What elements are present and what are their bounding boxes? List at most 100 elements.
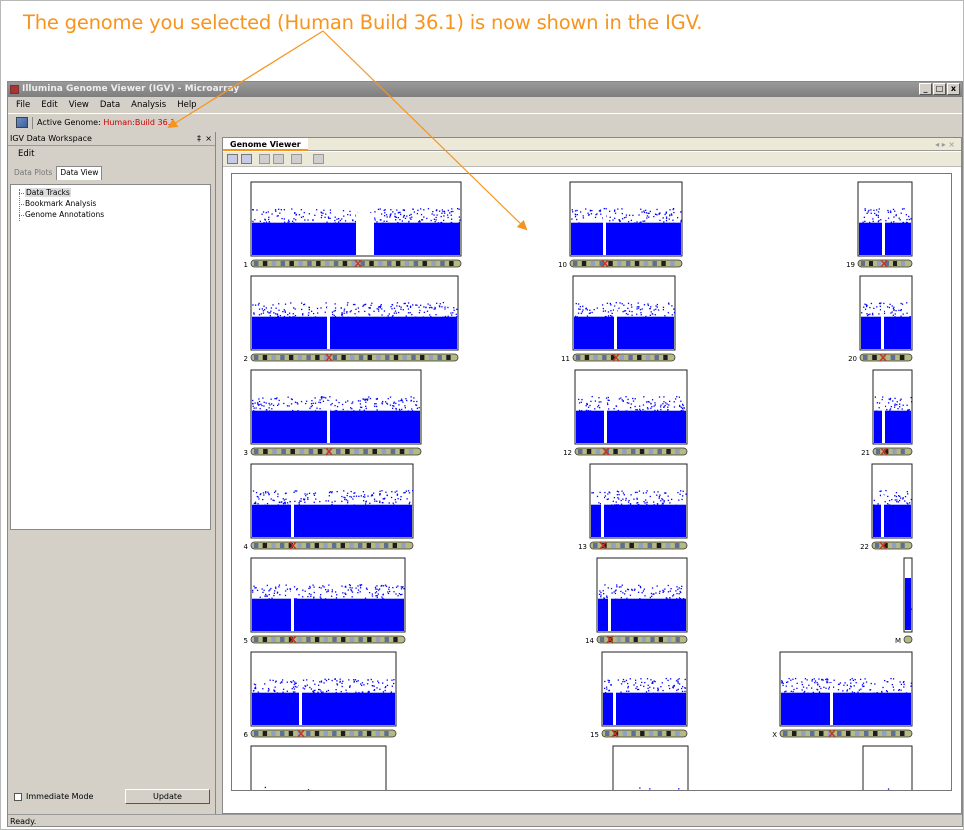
workspace-edit-menu[interactable]: Edit bbox=[8, 146, 215, 162]
data-point bbox=[634, 398, 636, 400]
data-point bbox=[639, 586, 642, 589]
chromosome-panel-10[interactable]: 10 bbox=[558, 181, 683, 269]
menu-edit[interactable]: Edit bbox=[41, 97, 57, 113]
data-point bbox=[310, 688, 313, 690]
data-point bbox=[658, 496, 661, 498]
data-point bbox=[327, 500, 330, 502]
chromosome-panel-y[interactable] bbox=[862, 745, 913, 791]
chromosome-panel-16[interactable] bbox=[612, 745, 689, 791]
zoom-icon[interactable] bbox=[291, 154, 302, 164]
data-point bbox=[902, 497, 904, 499]
update-button[interactable]: Update bbox=[125, 789, 210, 804]
data-point bbox=[258, 314, 261, 316]
data-point bbox=[618, 498, 620, 500]
grid-view-icon[interactable] bbox=[227, 154, 238, 164]
menu-file[interactable]: File bbox=[16, 97, 30, 113]
data-points bbox=[252, 504, 412, 537]
chromosome-panel-13[interactable]: 13 bbox=[578, 463, 688, 551]
data-point bbox=[626, 597, 628, 599]
single-view-icon[interactable] bbox=[241, 154, 252, 164]
data-point bbox=[333, 314, 335, 317]
data-point bbox=[282, 498, 284, 500]
data-point bbox=[582, 217, 585, 219]
data-point bbox=[406, 498, 408, 500]
chromosome-panel-20[interactable]: 20 bbox=[848, 275, 913, 363]
ideogram-band bbox=[622, 449, 627, 454]
maximize-button[interactable]: □ bbox=[933, 83, 946, 95]
data-point bbox=[849, 688, 851, 690]
active-genome-value[interactable]: Human:Build 36.1 bbox=[103, 118, 175, 127]
ideogram-band bbox=[674, 543, 680, 548]
chromosome-panel-x[interactable]: X bbox=[772, 651, 913, 739]
menu-view[interactable]: View bbox=[69, 97, 89, 113]
data-point bbox=[636, 306, 638, 308]
data-point bbox=[623, 310, 626, 312]
data-point bbox=[678, 788, 680, 790]
ideogram-band bbox=[280, 731, 285, 736]
data-point bbox=[325, 690, 328, 693]
chromosome-panel-14[interactable]: 14 bbox=[585, 557, 688, 645]
ideogram-band bbox=[350, 355, 355, 360]
data-point bbox=[347, 400, 349, 402]
data-point bbox=[611, 504, 613, 506]
data-point bbox=[628, 214, 631, 216]
tree-item-bookmark-analysis[interactable]: Bookmark Analysis bbox=[25, 199, 96, 208]
chromosome-panel-11[interactable]: 11 bbox=[561, 275, 676, 363]
tree-item-data-tracks[interactable]: Data Tracks bbox=[25, 188, 71, 197]
data-point bbox=[633, 498, 635, 500]
tab-genome-viewer[interactable]: Genome Viewer bbox=[223, 138, 308, 151]
minimize-button[interactable]: _ bbox=[919, 83, 932, 95]
data-point bbox=[360, 584, 363, 586]
menu-analysis[interactable]: Analysis bbox=[131, 97, 166, 113]
forward-arrow-icon[interactable] bbox=[273, 154, 284, 164]
pin-icon[interactable]: ‡ bbox=[197, 132, 201, 146]
close-panel-icon[interactable]: × bbox=[205, 132, 212, 146]
data-point bbox=[899, 499, 901, 502]
data-point bbox=[653, 491, 655, 493]
chromosome-panel-19[interactable]: 19 bbox=[846, 181, 913, 269]
data-point bbox=[373, 685, 375, 687]
data-point bbox=[262, 312, 265, 314]
ideogram-band bbox=[622, 731, 627, 736]
data-point bbox=[682, 490, 684, 492]
chromosome-panel-3[interactable]: 3 bbox=[244, 369, 422, 457]
close-window-button[interactable]: x bbox=[947, 83, 960, 95]
data-point bbox=[629, 503, 632, 505]
tab-data-plots[interactable]: Data Plots bbox=[10, 166, 56, 180]
data-point bbox=[604, 584, 606, 586]
back-arrow-icon[interactable] bbox=[259, 154, 270, 164]
genome-icon[interactable] bbox=[16, 117, 28, 128]
data-point bbox=[639, 409, 641, 412]
chromosome-panel-2[interactable]: 2 bbox=[244, 275, 459, 363]
chromosome-grid[interactable]: 1 2 3 4 5 6 10 11 12 13 14 15 19 20 21 22 M X bbox=[231, 173, 952, 791]
chromosome-panel-1[interactable]: 1 bbox=[244, 181, 462, 269]
data-point bbox=[792, 690, 794, 693]
tree-item-genome-annotations[interactable]: Genome Annotations bbox=[25, 210, 104, 219]
ideogram-band bbox=[306, 355, 311, 360]
viewer-nav-arrows[interactable]: ◂ ▸ × bbox=[935, 138, 955, 151]
immediate-mode-checkbox[interactable] bbox=[14, 793, 22, 801]
chromosome-panel-4[interactable]: 4 bbox=[244, 463, 414, 551]
chromosome-panel-7[interactable] bbox=[250, 745, 387, 791]
data-point bbox=[898, 217, 900, 219]
data-point bbox=[274, 313, 277, 315]
data-point bbox=[903, 208, 905, 210]
chromosome-panel-6[interactable]: 6 bbox=[244, 651, 397, 739]
chromosome-panel-12[interactable]: 12 bbox=[563, 369, 688, 457]
data-point bbox=[614, 504, 616, 506]
settings-icon[interactable] bbox=[313, 154, 324, 164]
menu-data[interactable]: Data bbox=[100, 97, 120, 113]
menu-help[interactable]: Help bbox=[177, 97, 196, 113]
data-point bbox=[607, 679, 609, 681]
data-point bbox=[625, 396, 627, 398]
data-point bbox=[828, 688, 830, 690]
chromosome-panel-15[interactable]: 15 bbox=[590, 651, 688, 739]
data-point bbox=[605, 686, 608, 688]
chromosome-panel-22[interactable]: 22 bbox=[860, 463, 913, 551]
data-point bbox=[372, 681, 374, 683]
chromosome-panel-21[interactable]: 21 bbox=[861, 369, 913, 457]
data-point bbox=[611, 592, 613, 594]
chromosome-panel-m[interactable]: M bbox=[895, 557, 913, 645]
chromosome-panel-5[interactable]: 5 bbox=[244, 557, 406, 645]
tab-data-view[interactable]: Data View bbox=[56, 166, 103, 180]
